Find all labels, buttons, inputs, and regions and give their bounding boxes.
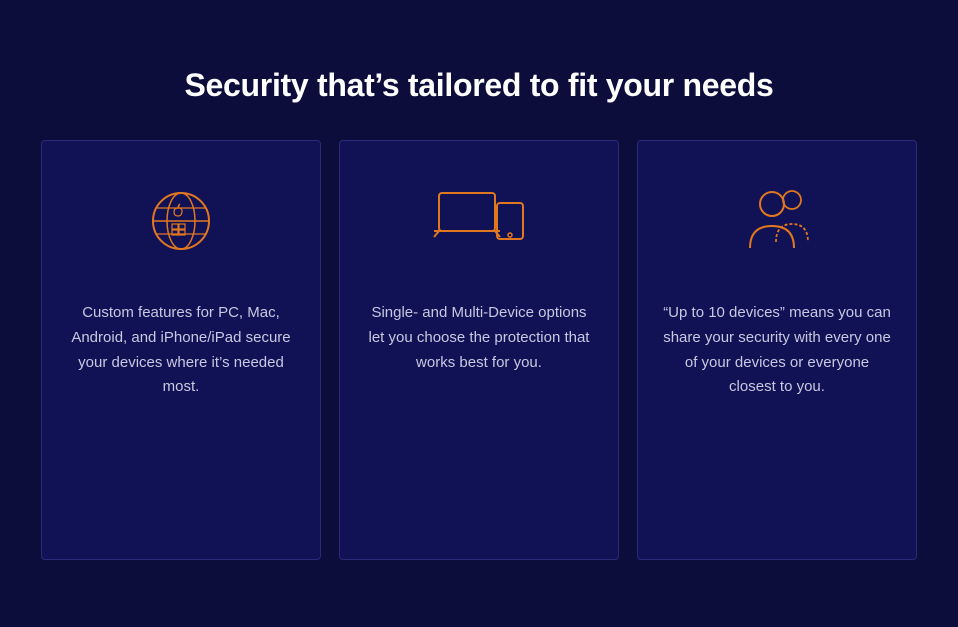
- page-title: Security that’s tailored to fit your nee…: [185, 67, 774, 104]
- card-family: “Up to 10 devices” means you can share y…: [637, 140, 917, 560]
- card-2-text: Single- and Multi-Device options let you…: [364, 301, 594, 375]
- card-3-text: “Up to 10 devices” means you can share y…: [662, 301, 892, 400]
- cards-container: Custom features for PC, Mac, Android, an…: [0, 140, 958, 560]
- card-devices: Custom features for PC, Mac, Android, an…: [41, 140, 321, 560]
- card-multi-device: Single- and Multi-Device options let you…: [339, 140, 619, 560]
- family-share-icon: [727, 171, 827, 271]
- card-1-text: Custom features for PC, Mac, Android, an…: [66, 301, 296, 400]
- devices-icon: [131, 171, 231, 271]
- multi-device-icon: [429, 171, 529, 271]
